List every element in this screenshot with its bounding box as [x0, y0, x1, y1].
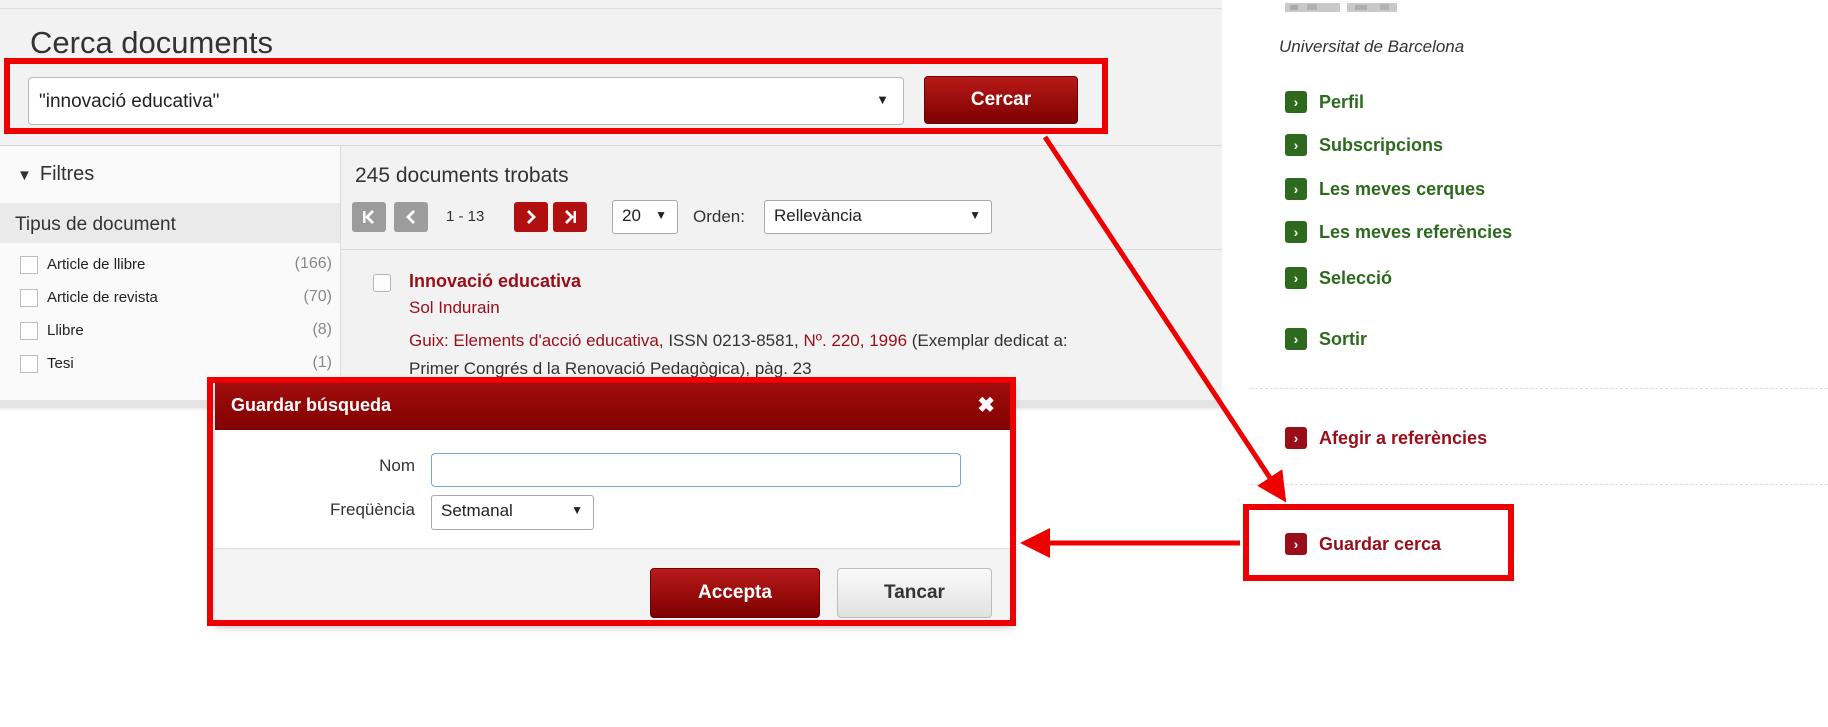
- annotation-arrow-to-save-search: [1042, 135, 1287, 503]
- annotation-arrows: [1020, 135, 1287, 558]
